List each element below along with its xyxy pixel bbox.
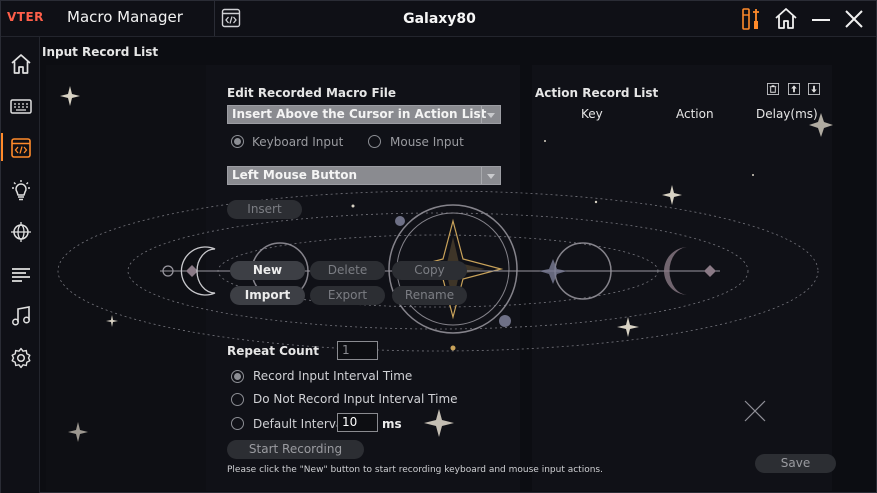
import-button[interactable]: Import <box>230 286 305 305</box>
action-list-title: Action Record List <box>535 86 659 100</box>
edit-macro-title: Edit Recorded Macro File <box>227 86 397 100</box>
no-record-interval-radio[interactable] <box>231 393 244 406</box>
move-up-icon[interactable] <box>788 83 800 95</box>
list-icon <box>12 268 30 282</box>
save-button[interactable]: Save <box>755 454 836 473</box>
record-interval-radio[interactable] <box>231 370 244 383</box>
title-bar: VTER Macro Manager Galaxy80 <box>1 1 876 37</box>
keyboard-input-radio[interactable] <box>231 135 244 148</box>
home-title-icon[interactable] <box>774 7 798 31</box>
record-interval-label: Record Input Interval Time <box>253 369 413 383</box>
mouse-button-dropdown[interactable]: Left Mouse Button <box>227 166 501 185</box>
music-icon <box>12 306 30 326</box>
settings-icon <box>11 347 31 369</box>
close-icon[interactable] <box>842 7 866 31</box>
interval-unit: ms <box>382 417 402 431</box>
no-record-interval-label: Do Not Record Input Interval Time <box>253 392 458 406</box>
chevron-down-icon <box>481 167 500 184</box>
sidebar <box>1 37 40 493</box>
main-content: Input Record List Edit Recorded Macro Fi… <box>40 37 876 493</box>
sidebar-item-lighting[interactable] <box>1 171 39 207</box>
network-icon <box>11 222 31 242</box>
keyboard-icon <box>10 99 32 114</box>
section-title: Input Record List <box>42 45 159 59</box>
sidebar-item-settings[interactable] <box>1 339 39 375</box>
move-down-icon[interactable] <box>808 83 820 95</box>
sidebar-item-music[interactable] <box>1 297 39 333</box>
mouse-button-value: Left Mouse Button <box>232 168 358 182</box>
copy-button[interactable]: Copy <box>392 261 467 280</box>
delete-button[interactable]: Delete <box>310 261 385 280</box>
column-action: Action <box>676 107 714 121</box>
column-key: Key <box>581 107 603 121</box>
sidebar-item-network[interactable] <box>1 213 39 249</box>
keyboard-input-label: Keyboard Input <box>252 135 344 149</box>
home-icon <box>11 54 31 74</box>
default-interval-radio[interactable] <box>231 417 244 430</box>
insert-position-dropdown[interactable]: Insert Above the Cursor in Action List <box>227 105 501 124</box>
sidebar-item-macro[interactable] <box>1 129 39 165</box>
input-record-list[interactable] <box>46 65 206 491</box>
sidebar-item-keyboard[interactable] <box>1 87 39 123</box>
sidebar-item-list[interactable] <box>1 255 39 291</box>
tools-icon[interactable] <box>740 7 764 31</box>
insert-position-value: Insert Above the Cursor in Action List <box>232 107 487 121</box>
export-button[interactable]: Export <box>310 286 385 305</box>
macro-manager-window: VTER Macro Manager Galaxy80 Input Record… <box>0 0 877 493</box>
rename-button[interactable]: Rename <box>392 286 467 305</box>
new-button[interactable]: New <box>230 261 305 280</box>
trash-icon[interactable] <box>767 83 779 95</box>
mouse-input-label: Mouse Input <box>390 135 464 149</box>
action-record-panel[interactable] <box>532 65 832 491</box>
chevron-down-icon <box>481 106 500 123</box>
start-recording-button[interactable]: Start Recording <box>227 440 364 459</box>
repeat-count-label: Repeat Count <box>227 344 319 358</box>
column-delay: Delay(ms) <box>756 107 818 121</box>
macro-icon <box>11 138 31 158</box>
sidebar-item-home[interactable] <box>1 45 39 81</box>
hint-text: Please click the "New" button to start r… <box>227 465 603 475</box>
repeat-count-input[interactable]: 1 <box>337 341 378 360</box>
default-interval-input[interactable]: 10 <box>337 413 378 432</box>
minimize-icon[interactable] <box>809 7 833 31</box>
lighting-icon <box>12 180 30 201</box>
mouse-input-radio[interactable] <box>368 135 381 148</box>
insert-button[interactable]: Insert <box>227 200 302 219</box>
default-interval-label: Default Interval <box>253 417 347 431</box>
